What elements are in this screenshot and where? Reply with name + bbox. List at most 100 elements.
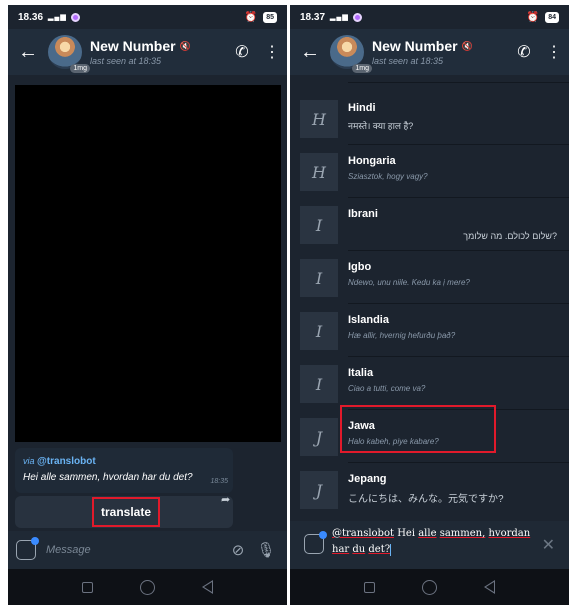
message-input[interactable]: @translobot Hei alle sammen, hvordan har…: [332, 526, 532, 558]
language-item-islandia[interactable]: I Islandia Hæ allir, hvernig hefurðu það…: [290, 304, 569, 357]
mute-icon: 🔇: [461, 40, 473, 51]
message-text: Hei alle sammen, hvordan har du det?: [23, 472, 193, 483]
alarm-icon: ⏰: [526, 11, 540, 23]
compose-word: @translobot: [332, 528, 394, 539]
status-time: 18.36: [18, 11, 44, 23]
language-item-hongaria[interactable]: H Hongaria Sziasztok, hogy vagy?: [290, 145, 569, 198]
chat-header: ← 1mg New Number 🔇 last seen at 18:35 ✆ ⋮: [290, 29, 569, 75]
language-name: Igbo: [348, 261, 372, 273]
alarm-icon: ⏰: [244, 11, 258, 23]
mute-icon: 🔇: [179, 40, 191, 51]
sticker-icon[interactable]: [304, 531, 327, 554]
language-item-ibrani[interactable]: I Ibrani שלום לכולם. מה שלומך?: [290, 198, 569, 251]
translate-button[interactable]: translate: [92, 497, 160, 527]
language-sample: Ciao a tutti, come va?: [348, 384, 426, 393]
language-initial: J: [300, 418, 338, 456]
compose-word: hvordan: [488, 528, 531, 539]
sticker-icon[interactable]: [16, 537, 39, 560]
call-icon[interactable]: ✆: [227, 42, 257, 62]
chat-header: ← 1mg New Number 🔇 last seen at 18:35 ✆ ⋮: [8, 29, 287, 75]
via-bot-label: via @translobot: [23, 456, 96, 467]
language-sample: Hæ allir, hvernig hefurðu það?: [348, 331, 456, 340]
inline-results-list: H Hindi नमस्ते। क्या हाल है? H Hongaria …: [290, 75, 569, 521]
language-sample: Sziasztok, hogy vagy?: [348, 172, 428, 181]
left-screen: 18.36 ▂▄▆ ⏰ 85 ← 1mg New Number 🔇 last se…: [8, 5, 287, 605]
avatar-badge: 1mg: [352, 64, 372, 73]
language-name: Italia: [348, 367, 374, 379]
chat-title: New Number: [372, 38, 458, 54]
status-bar: 18.37 ▂▄▆ ⏰ 84: [290, 5, 569, 29]
message-time: 18:35: [210, 478, 228, 485]
back-arrow-icon[interactable]: ←: [290, 41, 330, 64]
nav-back-icon[interactable]: [202, 580, 214, 594]
message-input[interactable]: Message: [46, 544, 223, 556]
language-name: Islandia: [348, 314, 389, 326]
compose-word: det?: [368, 544, 391, 555]
more-menu-icon[interactable]: ⋮: [257, 42, 287, 62]
language-initial: I: [300, 206, 338, 244]
back-arrow-icon[interactable]: ←: [8, 41, 48, 64]
nav-back-icon[interactable]: [484, 580, 496, 594]
text-cursor: [390, 543, 392, 556]
recents-icon[interactable]: [363, 581, 375, 593]
highlight-annotation: [340, 405, 496, 453]
chat-title-block[interactable]: New Number 🔇 last seen at 18:35: [90, 38, 227, 66]
home-icon[interactable]: [421, 579, 437, 595]
list-item-partial[interactable]: [290, 75, 569, 83]
language-initial: I: [300, 259, 338, 297]
language-initial: H: [300, 153, 338, 191]
via-bot-link[interactable]: @translobot: [37, 456, 96, 467]
divider: [348, 82, 569, 83]
home-icon[interactable]: [139, 579, 155, 595]
language-name: Jepang: [348, 473, 387, 485]
system-navbar: [290, 569, 569, 605]
close-icon[interactable]: ✕: [542, 535, 555, 555]
message-compose-bar: @translobot Hei alle sammen, hvordan har…: [290, 521, 569, 569]
language-name: Hindi: [348, 102, 376, 114]
recents-icon[interactable]: [81, 581, 93, 593]
compose-word: alle: [418, 528, 437, 539]
language-sample: שלום לכולם. מה שלומך?: [463, 231, 557, 241]
compose-word: Hei: [397, 528, 416, 539]
avatar-badge: 1mg: [70, 64, 90, 73]
language-item-jepang[interactable]: J Jepang こんにちは、みんな。元気ですか?: [290, 463, 569, 516]
media-message[interactable]: [15, 85, 281, 442]
message-input-bar: Message ⊘ 🎙: [8, 531, 287, 569]
language-item-hindi[interactable]: H Hindi नमस्ते। क्या हाल है?: [290, 92, 569, 145]
app-notification-icon: [352, 12, 362, 22]
app-notification-icon: [70, 12, 80, 22]
language-name: Hongaria: [348, 155, 396, 167]
language-initial: I: [300, 365, 338, 403]
share-arrow-icon[interactable]: ➦: [221, 493, 230, 506]
signal-icon: ▂▄▆: [330, 14, 349, 21]
mic-icon[interactable]: 🎙: [253, 541, 279, 559]
status-bar: 18.36 ▂▄▆ ⏰ 85: [8, 5, 287, 29]
call-icon[interactable]: ✆: [509, 42, 539, 62]
language-sample: नमस्ते। क्या हाल है?: [348, 121, 414, 131]
battery-icon: 85: [263, 11, 277, 23]
compose-word: sammen,: [439, 528, 486, 539]
attach-icon[interactable]: ⊘: [223, 541, 253, 559]
last-seen: last seen at 18:35: [90, 56, 162, 66]
language-initial: H: [300, 100, 338, 138]
compose-word: har: [332, 544, 350, 555]
battery-icon: 84: [545, 11, 559, 23]
language-initial: J: [300, 471, 338, 509]
message-bubble[interactable]: via @translobot Hei alle sammen, hvordan…: [15, 448, 233, 493]
last-seen: last seen at 18:35: [372, 56, 444, 66]
more-menu-icon[interactable]: ⋮: [539, 42, 569, 62]
language-item-italia[interactable]: I Italia Ciao a tutti, come va?: [290, 357, 569, 410]
avatar[interactable]: 1mg: [48, 35, 90, 73]
avatar[interactable]: 1mg: [330, 35, 372, 73]
language-initial: I: [300, 312, 338, 350]
right-screen: 18.37 ▂▄▆ ⏰ 84 ← 1mg New Number 🔇 last se…: [290, 5, 569, 605]
language-item-igbo[interactable]: I Igbo Ndewo, unu niile. Kedu ka ị mere?: [290, 251, 569, 304]
system-navbar: [8, 569, 287, 605]
language-sample: Ndewo, unu niile. Kedu ka ị mere?: [348, 278, 470, 287]
compose-word: du: [352, 544, 366, 555]
chat-title: New Number: [90, 38, 176, 54]
chat-title-block[interactable]: New Number 🔇 last seen at 18:35: [372, 38, 509, 66]
status-time: 18.37: [300, 11, 326, 23]
language-name: Ibrani: [348, 208, 378, 220]
signal-icon: ▂▄▆: [48, 14, 67, 21]
